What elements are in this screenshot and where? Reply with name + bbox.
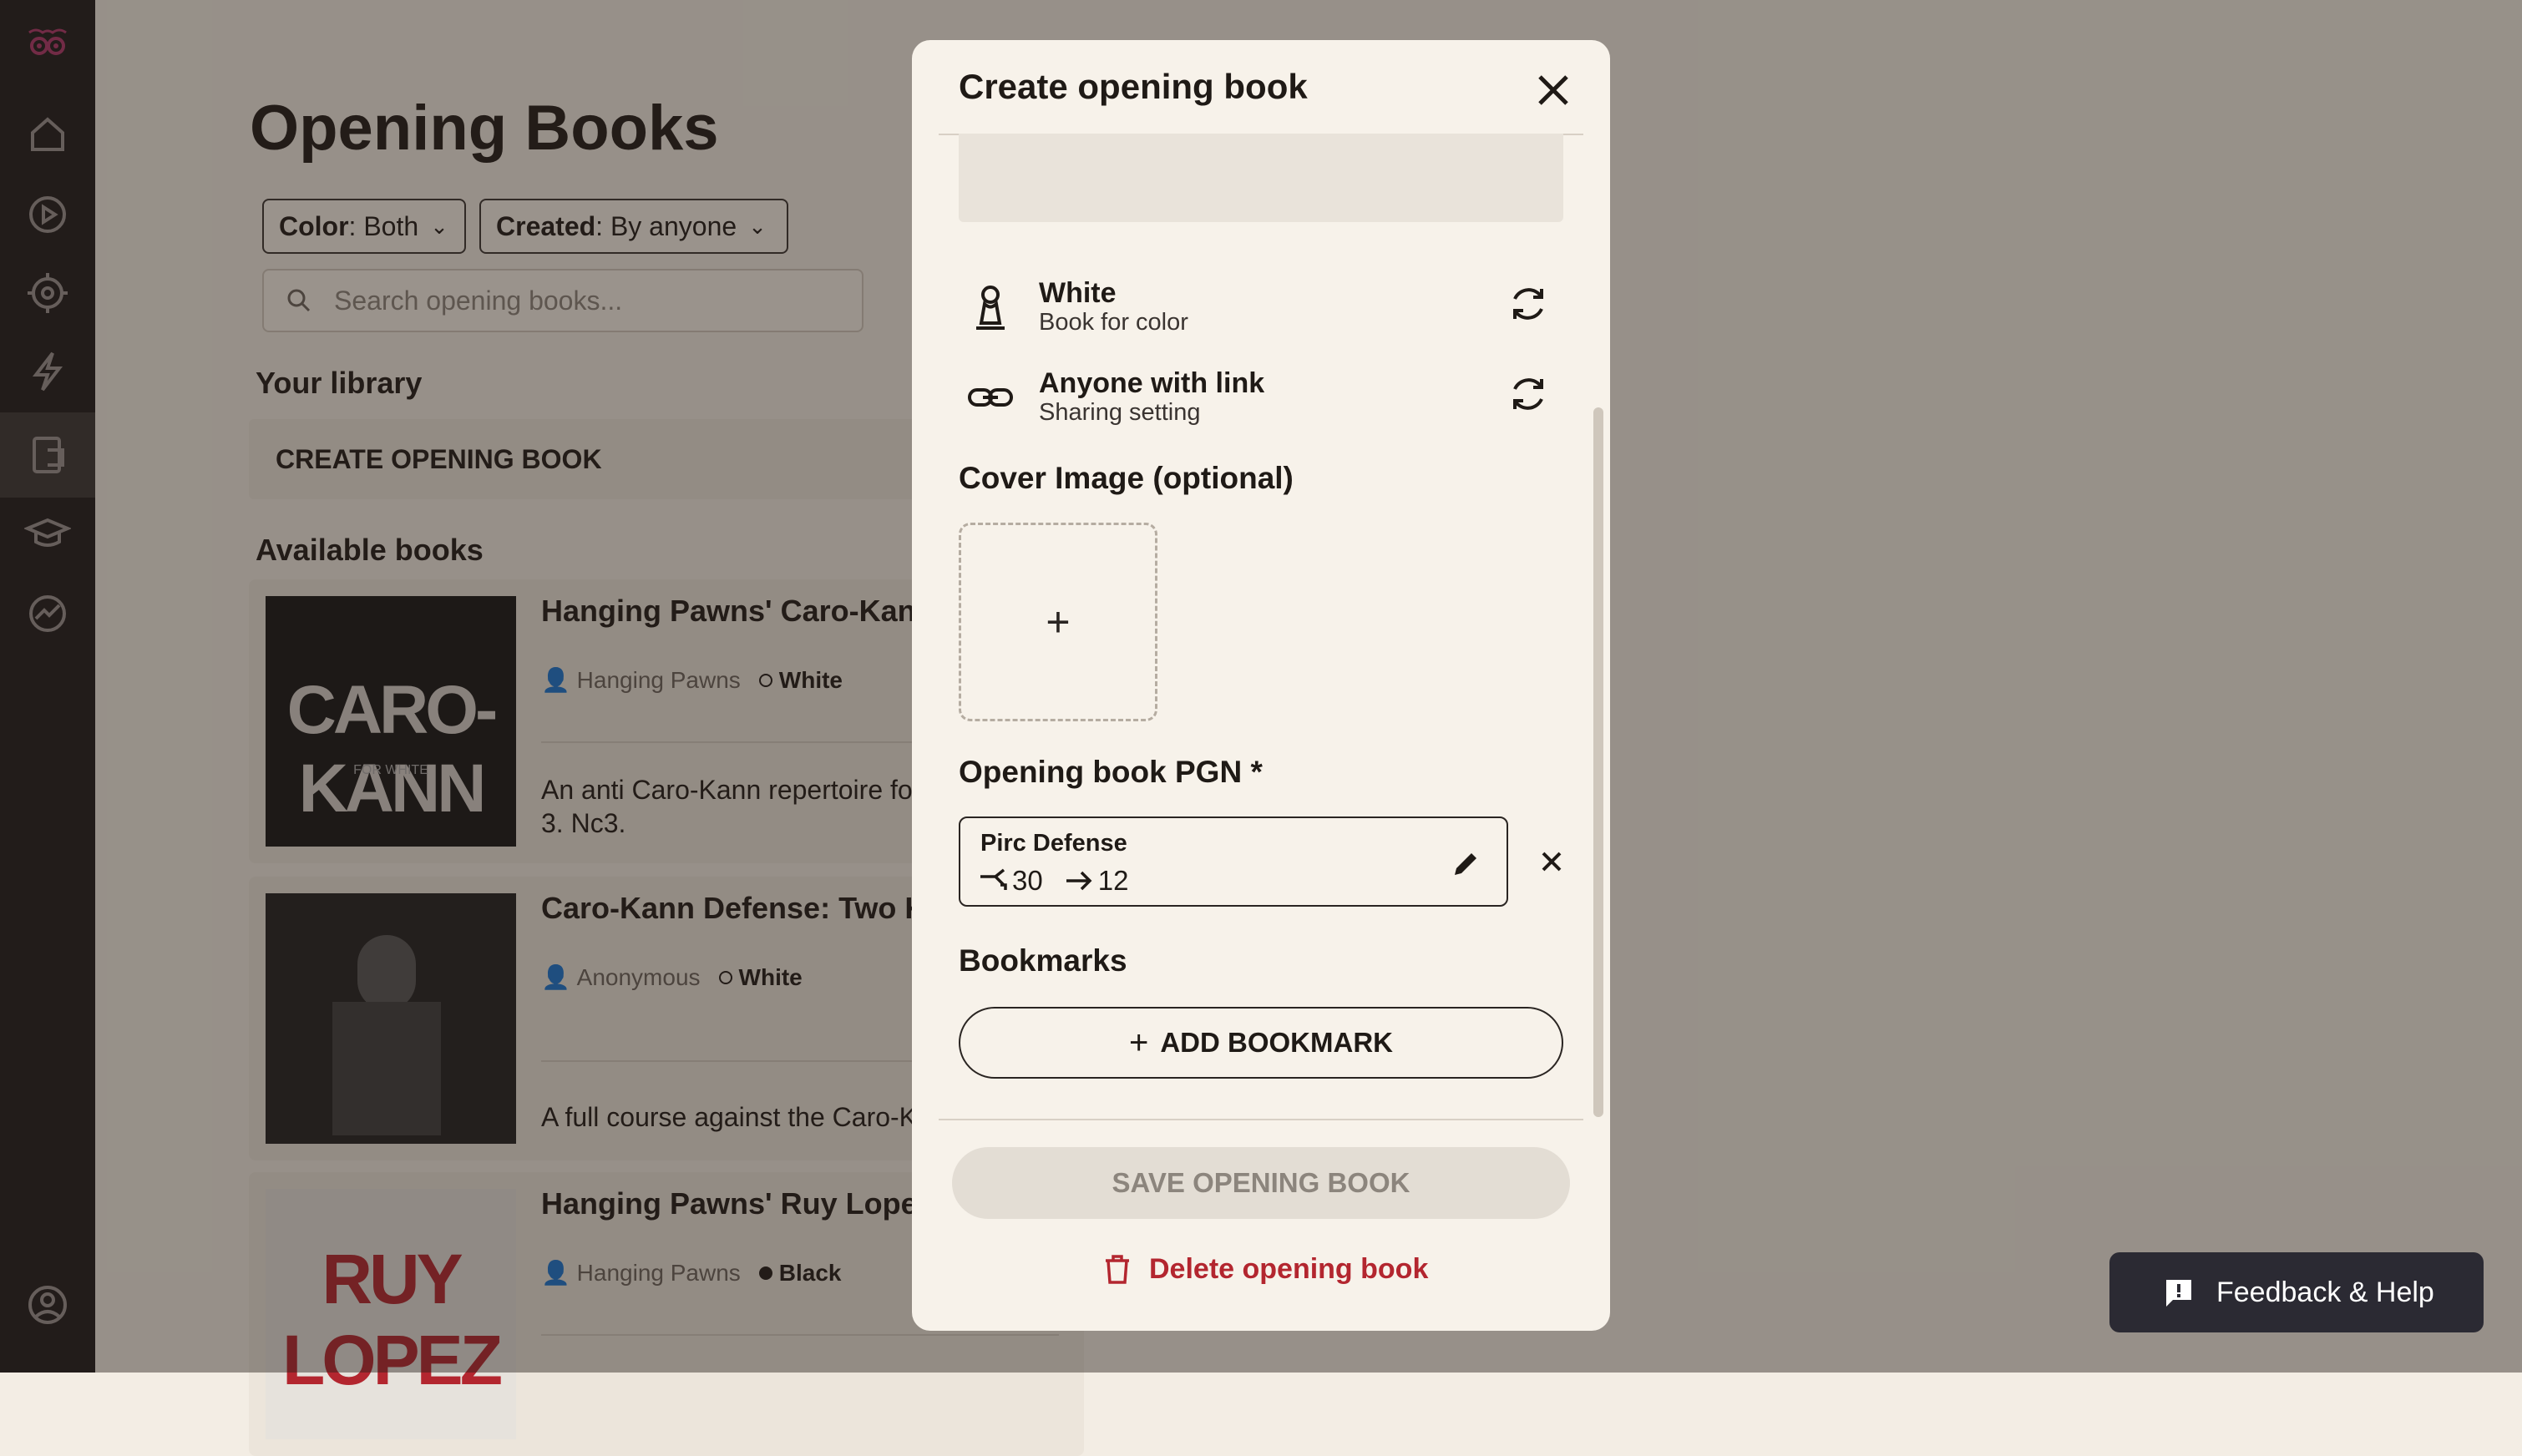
toggle-color-button[interactable] — [1500, 276, 1557, 332]
close-icon — [1538, 75, 1568, 105]
dialog-scrollbar[interactable] — [1593, 407, 1603, 1117]
color-setting-title: White — [1039, 277, 1117, 309]
close-icon — [1542, 852, 1562, 872]
refresh-icon — [1513, 378, 1543, 410]
sharing-setting-title: Anyone with link — [1039, 367, 1265, 399]
pgn-stats: 30 12 — [977, 865, 1128, 897]
cover-image-upload[interactable]: + — [959, 523, 1157, 721]
delete-opening-book-button[interactable]: Delete opening book — [1101, 1246, 1428, 1292]
bookmarks-heading: Bookmarks — [959, 943, 1127, 978]
cover-image-heading: Cover Image (optional) — [959, 461, 1294, 495]
feedback-icon — [2166, 1280, 2191, 1307]
plus-icon: + — [1128, 1024, 1149, 1061]
pawn-icon — [959, 276, 1022, 339]
description-textarea[interactable] — [959, 134, 1563, 222]
line-count: 12 — [1097, 865, 1129, 896]
branch-count: 30 — [1012, 865, 1043, 896]
close-button[interactable] — [1527, 63, 1580, 117]
feedback-label: Feedback & Help — [2216, 1276, 2434, 1308]
plus-icon: + — [1046, 599, 1071, 645]
delete-label: Delete opening book — [1149, 1252, 1429, 1285]
pgn-file-chip: Pirc Defense 30 12 — [959, 816, 1508, 907]
refresh-icon — [1513, 288, 1543, 320]
dialog-title: Create opening book — [959, 67, 1308, 106]
remove-pgn-button[interactable] — [1532, 842, 1572, 882]
sharing-setting-subtitle: Sharing setting — [1039, 399, 1201, 426]
pgn-name: Pirc Defense — [980, 830, 1127, 857]
save-opening-book-button[interactable]: SAVE OPENING BOOK — [952, 1147, 1570, 1219]
color-setting-subtitle: Book for color — [1039, 309, 1188, 336]
create-opening-book-dialog: Create opening book White Book for color… — [912, 40, 1610, 1331]
branch-icon — [980, 868, 1007, 890]
pencil-icon — [1455, 853, 1476, 875]
add-bookmark-button[interactable]: + ADD BOOKMARK — [959, 1007, 1563, 1079]
trash-icon — [1106, 1255, 1129, 1284]
feedback-help-button[interactable]: Feedback & Help — [2109, 1252, 2484, 1332]
footer-divider — [939, 1119, 1583, 1120]
pgn-heading: Opening book PGN * — [959, 755, 1263, 789]
arrow-right-icon — [1066, 871, 1092, 891]
add-bookmark-label: ADD BOOKMARK — [1160, 1027, 1393, 1058]
edit-pgn-button[interactable] — [1443, 840, 1490, 887]
link-icon — [959, 366, 1022, 429]
toggle-sharing-button[interactable] — [1500, 366, 1557, 422]
